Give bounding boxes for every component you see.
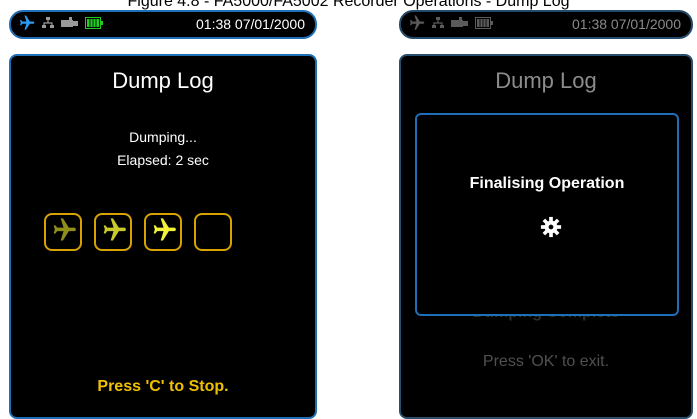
usb-icon [61,16,79,34]
progress-step-3 [144,213,182,251]
stop-prompt: Press 'C' to Stop. [97,378,229,395]
status-bar: 01:38 07/01/2000 [399,10,693,39]
dialog-message: Finalising Operation [469,175,625,192]
network-icon [431,16,445,35]
exit-prompt: Press 'OK' to exit. [482,353,610,370]
battery-icon [475,16,493,34]
progress-step-1 [44,213,82,251]
dump-status: Dumping... [129,129,197,145]
gear-icon [540,216,562,243]
airplane-icon [49,216,77,249]
dump-log-screen: Dump Log Dumping Complete Press 'OK' to … [399,54,693,419]
screen-title: Dump Log [112,68,214,93]
finalising-dialog: Finalising Operation [415,113,679,316]
usb-icon [451,16,469,34]
airplane-icon [407,14,425,37]
airplane-icon [149,216,177,249]
battery-icon [85,16,103,34]
clock: 01:38 07/01/2000 [572,16,681,32]
progress-step-4 [194,213,232,251]
screen-title: Dump Log [495,68,597,93]
clock: 01:38 07/01/2000 [196,16,305,32]
airplane-icon [17,14,35,37]
elapsed-time: Elapsed: 2 sec [117,152,209,168]
dump-log-screen: Dump Log Dumping... Elapsed: 2 sec Press… [9,54,317,419]
status-bar: 01:38 07/01/2000 [9,10,317,39]
network-icon [41,16,55,35]
progress-step-2 [94,213,132,251]
airplane-icon [99,216,127,249]
progress-indicator [44,213,232,251]
